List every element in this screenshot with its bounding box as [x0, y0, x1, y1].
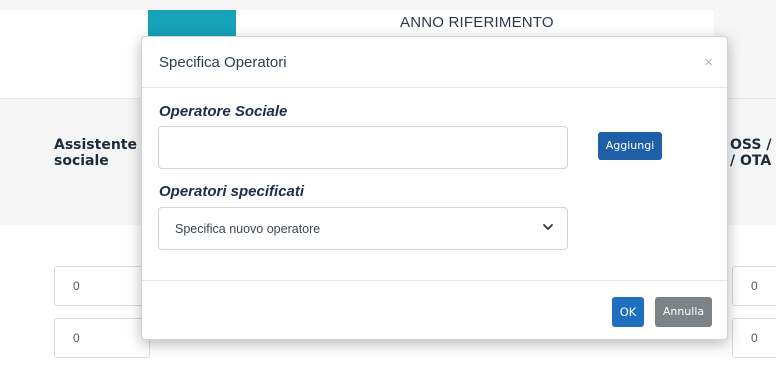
chevron-down-icon	[543, 224, 553, 230]
modal-title: Specifica Operatori	[159, 54, 287, 71]
specify-operators-modal: Specifica Operatori × Operatore Sociale …	[141, 36, 728, 340]
modal-header: Specifica Operatori ×	[142, 37, 727, 88]
ok-button[interactable]: OK	[612, 297, 644, 327]
select-current-value: Specifica nuovo operatore	[175, 222, 321, 236]
cancel-button[interactable]: Annulla	[655, 297, 712, 327]
close-icon[interactable]: ×	[704, 55, 713, 70]
add-operator-button[interactable]: Aggiungi	[598, 132, 662, 160]
operators-select[interactable]: Specifica nuovo operatore	[158, 207, 568, 250]
operator-input[interactable]	[158, 126, 568, 169]
operator-label: Operatore Sociale	[159, 103, 288, 120]
specified-operators-label: Operatori specificati	[159, 183, 305, 200]
